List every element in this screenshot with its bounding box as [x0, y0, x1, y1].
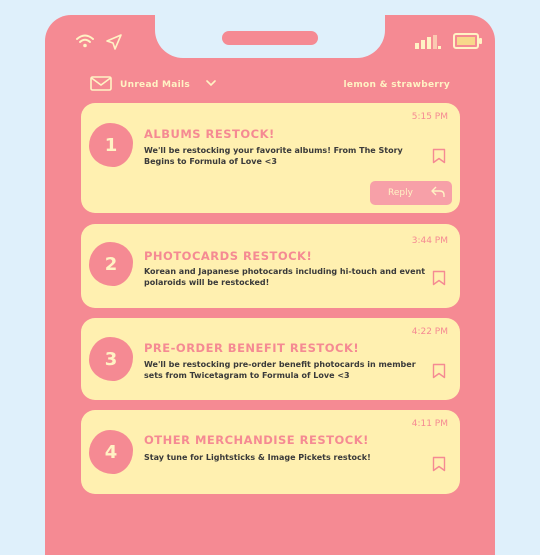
message-title: ALBUMS RESTOCK!	[144, 127, 275, 141]
bookmark-icon[interactable]	[432, 363, 446, 383]
message-title: OTHER MERCHANDISE RESTOCK!	[144, 433, 369, 447]
phone-speaker	[222, 31, 318, 45]
bookmark-icon[interactable]	[432, 456, 446, 476]
wifi-icon	[75, 33, 95, 55]
message-time: 4:11 PM	[411, 419, 448, 429]
message-number-badge: 1	[89, 123, 133, 167]
battery-icon	[453, 33, 483, 53]
message-card[interactable]: 3 4:22 PM PRE-ORDER BENEFIT RESTOCK! We'…	[81, 318, 460, 400]
message-time: 3:44 PM	[411, 236, 448, 246]
message-title: PRE-ORDER BENEFIT RESTOCK!	[144, 341, 360, 355]
message-title: PHOTOCARDS RESTOCK!	[144, 249, 313, 263]
status-bar-left	[75, 33, 123, 55]
message-body: We'll be restocking pre-order benefit ph…	[144, 360, 416, 380]
mailbox-label[interactable]: Unread Mails	[120, 80, 190, 90]
bookmark-icon[interactable]	[432, 148, 446, 168]
message-card[interactable]: 1 5:15 PM ALBUMS RESTOCK! We'll be resto…	[81, 103, 460, 213]
location-arrow-icon	[105, 33, 123, 55]
message-number-badge: 3	[89, 337, 133, 381]
message-time: 4:22 PM	[411, 327, 448, 337]
message-body: We'll be restocking your favorite albums…	[144, 146, 403, 166]
status-bar-right	[415, 33, 483, 53]
bookmark-icon[interactable]	[432, 270, 446, 290]
signal-bars-icon	[415, 34, 441, 53]
chevron-down-icon[interactable]	[206, 80, 216, 90]
message-card[interactable]: 2 3:44 PM PHOTOCARDS RESTOCK! Korean and…	[81, 224, 460, 308]
message-number-badge: 4	[89, 430, 133, 474]
message-number-badge: 2	[89, 242, 133, 286]
account-name: lemon & strawberry	[343, 80, 450, 90]
reply-arrow-icon	[430, 185, 446, 202]
message-body: Stay tune for Lightsticks & Image Picket…	[144, 453, 371, 462]
message-body: Korean and Japanese photocards including…	[144, 267, 426, 287]
reply-label: Reply	[388, 188, 413, 198]
message-time: 5:15 PM	[411, 112, 448, 122]
reply-button[interactable]: Reply	[370, 181, 452, 205]
message-card[interactable]: 4 4:11 PM OTHER MERCHANDISE RESTOCK! Sta…	[81, 410, 460, 494]
mailbox-bar: Unread Mails lemon & strawberry	[90, 75, 450, 95]
envelope-icon	[90, 76, 112, 94]
